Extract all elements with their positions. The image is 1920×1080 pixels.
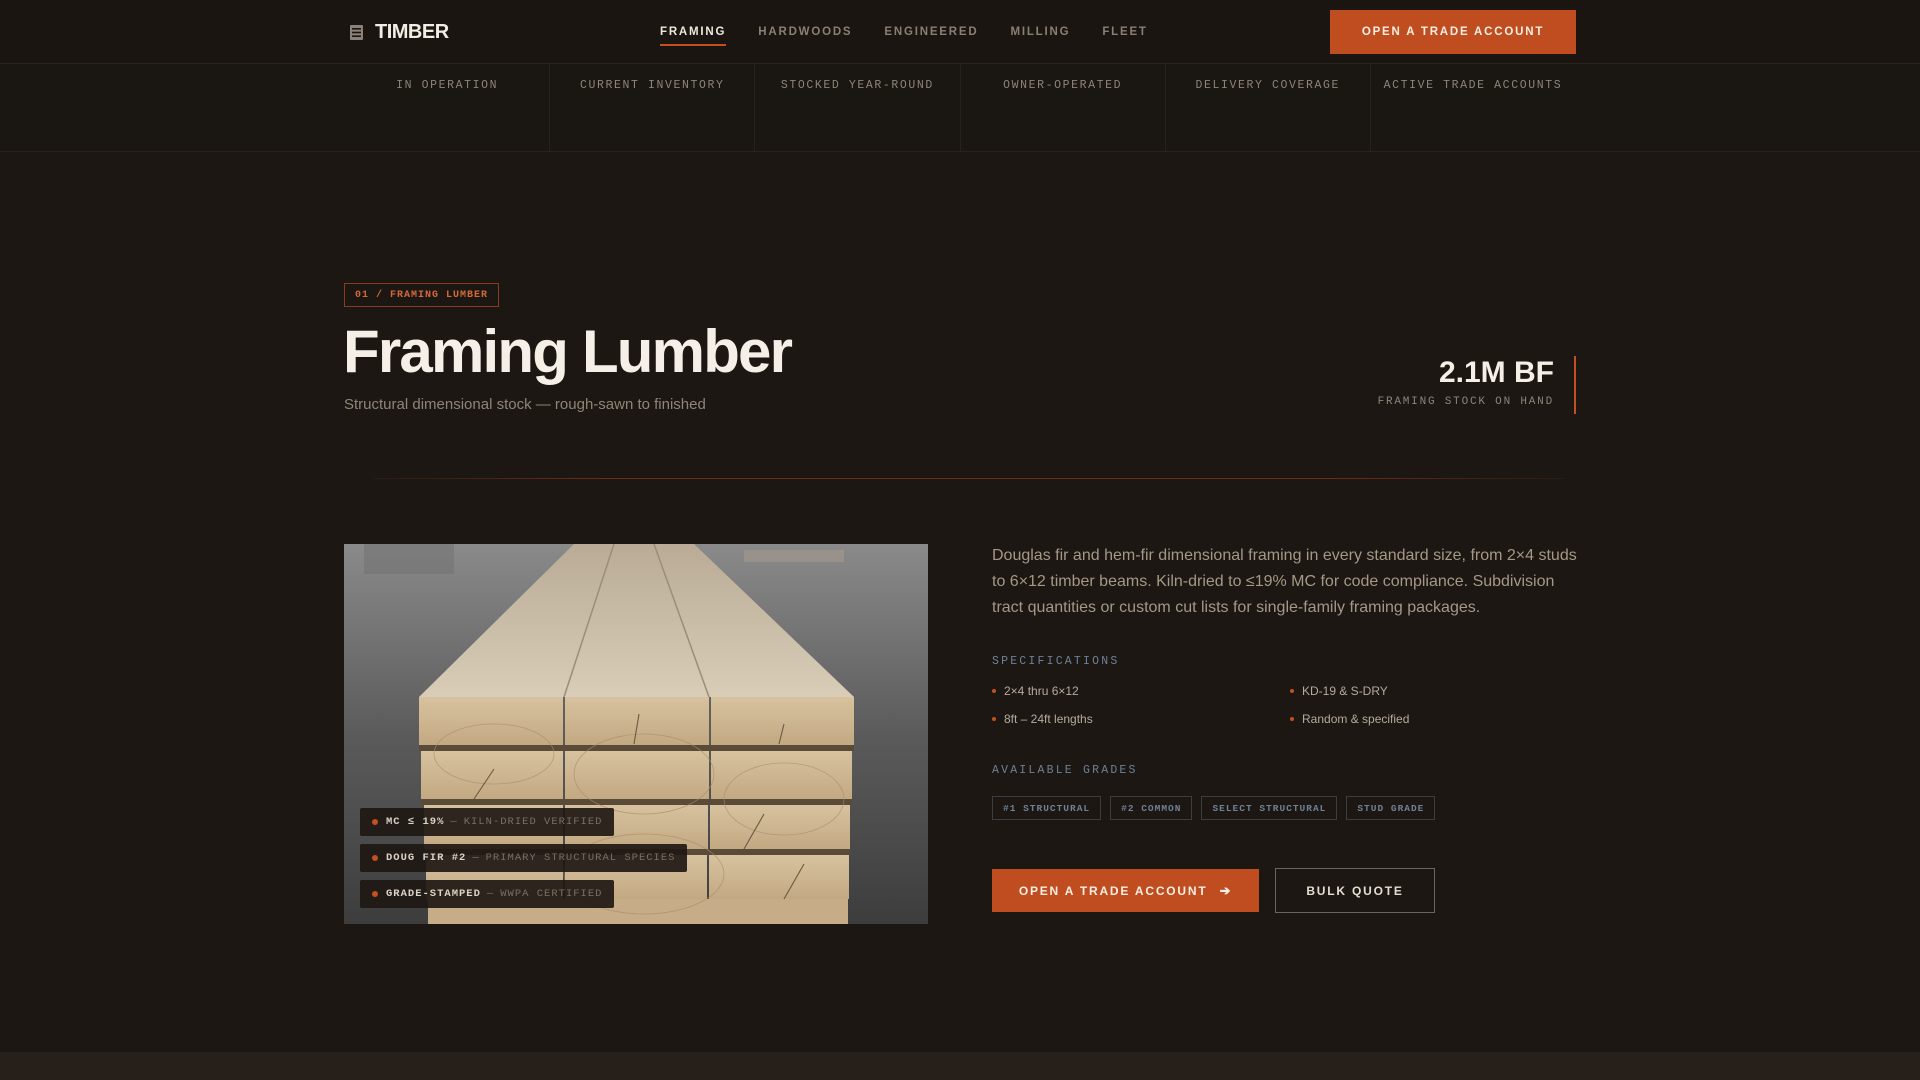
- cta-label: OPEN A TRADE ACCOUNT: [1018, 883, 1208, 898]
- open-trade-account-cta-button[interactable]: OPEN A TRADE ACCOUNT ➔: [992, 869, 1259, 912]
- next-section-band: [0, 1052, 1920, 1080]
- spec-text: Random & specified: [1302, 712, 1410, 726]
- stats-strip: IN OPERATION CURRENT INVENTORY STOCKED Y…: [0, 64, 1920, 152]
- spec-item: Random & specified: [1290, 711, 1588, 727]
- spec-text: KD-19 & S-DRY: [1302, 684, 1388, 698]
- nav-link-engineered[interactable]: ENGINEERED: [884, 18, 978, 46]
- stats-row: IN OPERATION CURRENT INVENTORY STOCKED Y…: [345, 64, 1575, 152]
- stat-active-trade-accounts: ACTIVE TRADE ACCOUNTS: [1371, 64, 1575, 152]
- product-description: Douglas fir and hem-fir dimensional fram…: [992, 547, 1577, 616]
- nav-links: FRAMING HARDWOODS ENGINEERED MILLING FLE…: [660, 0, 1148, 64]
- spec-item: 2×4 thru 6×12: [992, 683, 1290, 699]
- badge-dot-icon: [372, 819, 378, 825]
- lumber-stack-icon: [350, 24, 363, 40]
- stat-in-operation: IN OPERATION: [345, 64, 551, 152]
- stat-delivery-coverage: DELIVERY COVERAGE: [1166, 64, 1371, 152]
- spec-text: 2×4 thru 6×12: [1004, 684, 1079, 698]
- brand-name: TIMBER: [375, 20, 449, 43]
- bullet-icon: [992, 717, 996, 721]
- metric-label: FRAMING STOCK ON HAND: [1377, 396, 1554, 408]
- badge-desc: KILN-DRIED VERIFIED: [463, 816, 603, 828]
- badge-dot-icon: [372, 855, 378, 861]
- badge-separator: —: [450, 816, 458, 828]
- badge-desc: WWPA CERTIFIED: [500, 888, 603, 900]
- nav-link-hardwoods[interactable]: HARDWOODS: [758, 18, 852, 46]
- specifications-label: SPECIFICATIONS: [992, 655, 1120, 668]
- stat-label: OWNER-OPERATED: [1003, 79, 1123, 92]
- spec-item: KD-19 & S-DRY: [1290, 683, 1588, 699]
- arrow-right-icon: ➔: [1219, 882, 1233, 898]
- available-grades-label: AVAILABLE GRADES: [992, 764, 1138, 777]
- nav-link-framing[interactable]: FRAMING: [660, 18, 727, 46]
- badge-key: DOUG FIR #2: [386, 852, 467, 864]
- spec-text: 8ft – 24ft lengths: [1004, 712, 1093, 726]
- page-title: Framing Lumber: [343, 318, 793, 385]
- section-eyebrow: 01 / FRAMING LUMBER: [344, 283, 500, 307]
- section-divider: [374, 478, 1564, 479]
- badge-key: GRADE-STAMPED: [386, 888, 481, 900]
- stat-label: ACTIVE TRADE ACCOUNTS: [1383, 79, 1563, 92]
- badge-dot-icon: [372, 891, 378, 897]
- stat-current-inventory: CURRENT INVENTORY: [550, 64, 756, 152]
- brand-logo[interactable]: TIMBER: [350, 20, 449, 44]
- page-subtitle: Structural dimensional stock — rough-saw…: [344, 396, 706, 413]
- nav-link-milling[interactable]: MILLING: [1010, 18, 1070, 46]
- bullet-icon: [1290, 689, 1294, 693]
- badge-grade-stamp: GRADE-STAMPED — WWPA CERTIFIED: [360, 880, 615, 908]
- product-photo: MC ≤ 19% — KILN-DRIED VERIFIED DOUG FIR …: [344, 544, 928, 924]
- grade-tag-2-common[interactable]: #2 COMMON: [1110, 796, 1193, 820]
- bulk-quote-button[interactable]: BULK QUOTE: [1275, 868, 1435, 913]
- top-nav: TIMBER FRAMING HARDWOODS ENGINEERED MILL…: [0, 0, 1920, 64]
- bullet-icon: [1290, 717, 1294, 721]
- specifications-list: 2×4 thru 6×12 KD-19 & S-DRY 8ft – 24ft l…: [992, 683, 1592, 727]
- stat-label: IN OPERATION: [396, 79, 499, 92]
- grade-tag-stud-grade[interactable]: STUD GRADE: [1346, 796, 1436, 820]
- stat-owner-operated: OWNER-OPERATED: [961, 64, 1166, 152]
- badge-species: DOUG FIR #2 — PRIMARY STRUCTURAL SPECIES: [360, 844, 688, 872]
- stat-label: CURRENT INVENTORY: [579, 79, 725, 92]
- badge-key: MC ≤ 19%: [386, 816, 445, 828]
- grade-tag-select-structural[interactable]: SELECT STRUCTURAL: [1201, 796, 1338, 820]
- stat-label: STOCKED YEAR-ROUND: [780, 79, 934, 92]
- stock-metric: 2.1M BF FRAMING STOCK ON HAND: [1330, 356, 1576, 414]
- badge-moisture: MC ≤ 19% — KILN-DRIED VERIFIED: [360, 808, 615, 836]
- photo-badges: MC ≤ 19% — KILN-DRIED VERIFIED DOUG FIR …: [360, 808, 688, 908]
- bullet-icon: [992, 689, 996, 693]
- open-trade-account-button[interactable]: OPEN A TRADE ACCOUNT: [1330, 10, 1576, 54]
- spec-item: 8ft – 24ft lengths: [992, 711, 1290, 727]
- badge-separator: —: [472, 852, 480, 864]
- grade-tags: #1 STRUCTURAL #2 COMMON SELECT STRUCTURA…: [992, 796, 1436, 820]
- badge-separator: —: [486, 888, 495, 900]
- stat-label: DELIVERY COVERAGE: [1195, 79, 1341, 92]
- badge-desc: PRIMARY STRUCTURAL SPECIES: [485, 852, 676, 864]
- nav-link-fleet[interactable]: FLEET: [1102, 18, 1147, 46]
- grade-tag-1-structural[interactable]: #1 STRUCTURAL: [992, 796, 1102, 820]
- stat-stocked-year-round: STOCKED YEAR-ROUND: [755, 64, 961, 152]
- metric-value: 2.1M BF: [1438, 356, 1554, 389]
